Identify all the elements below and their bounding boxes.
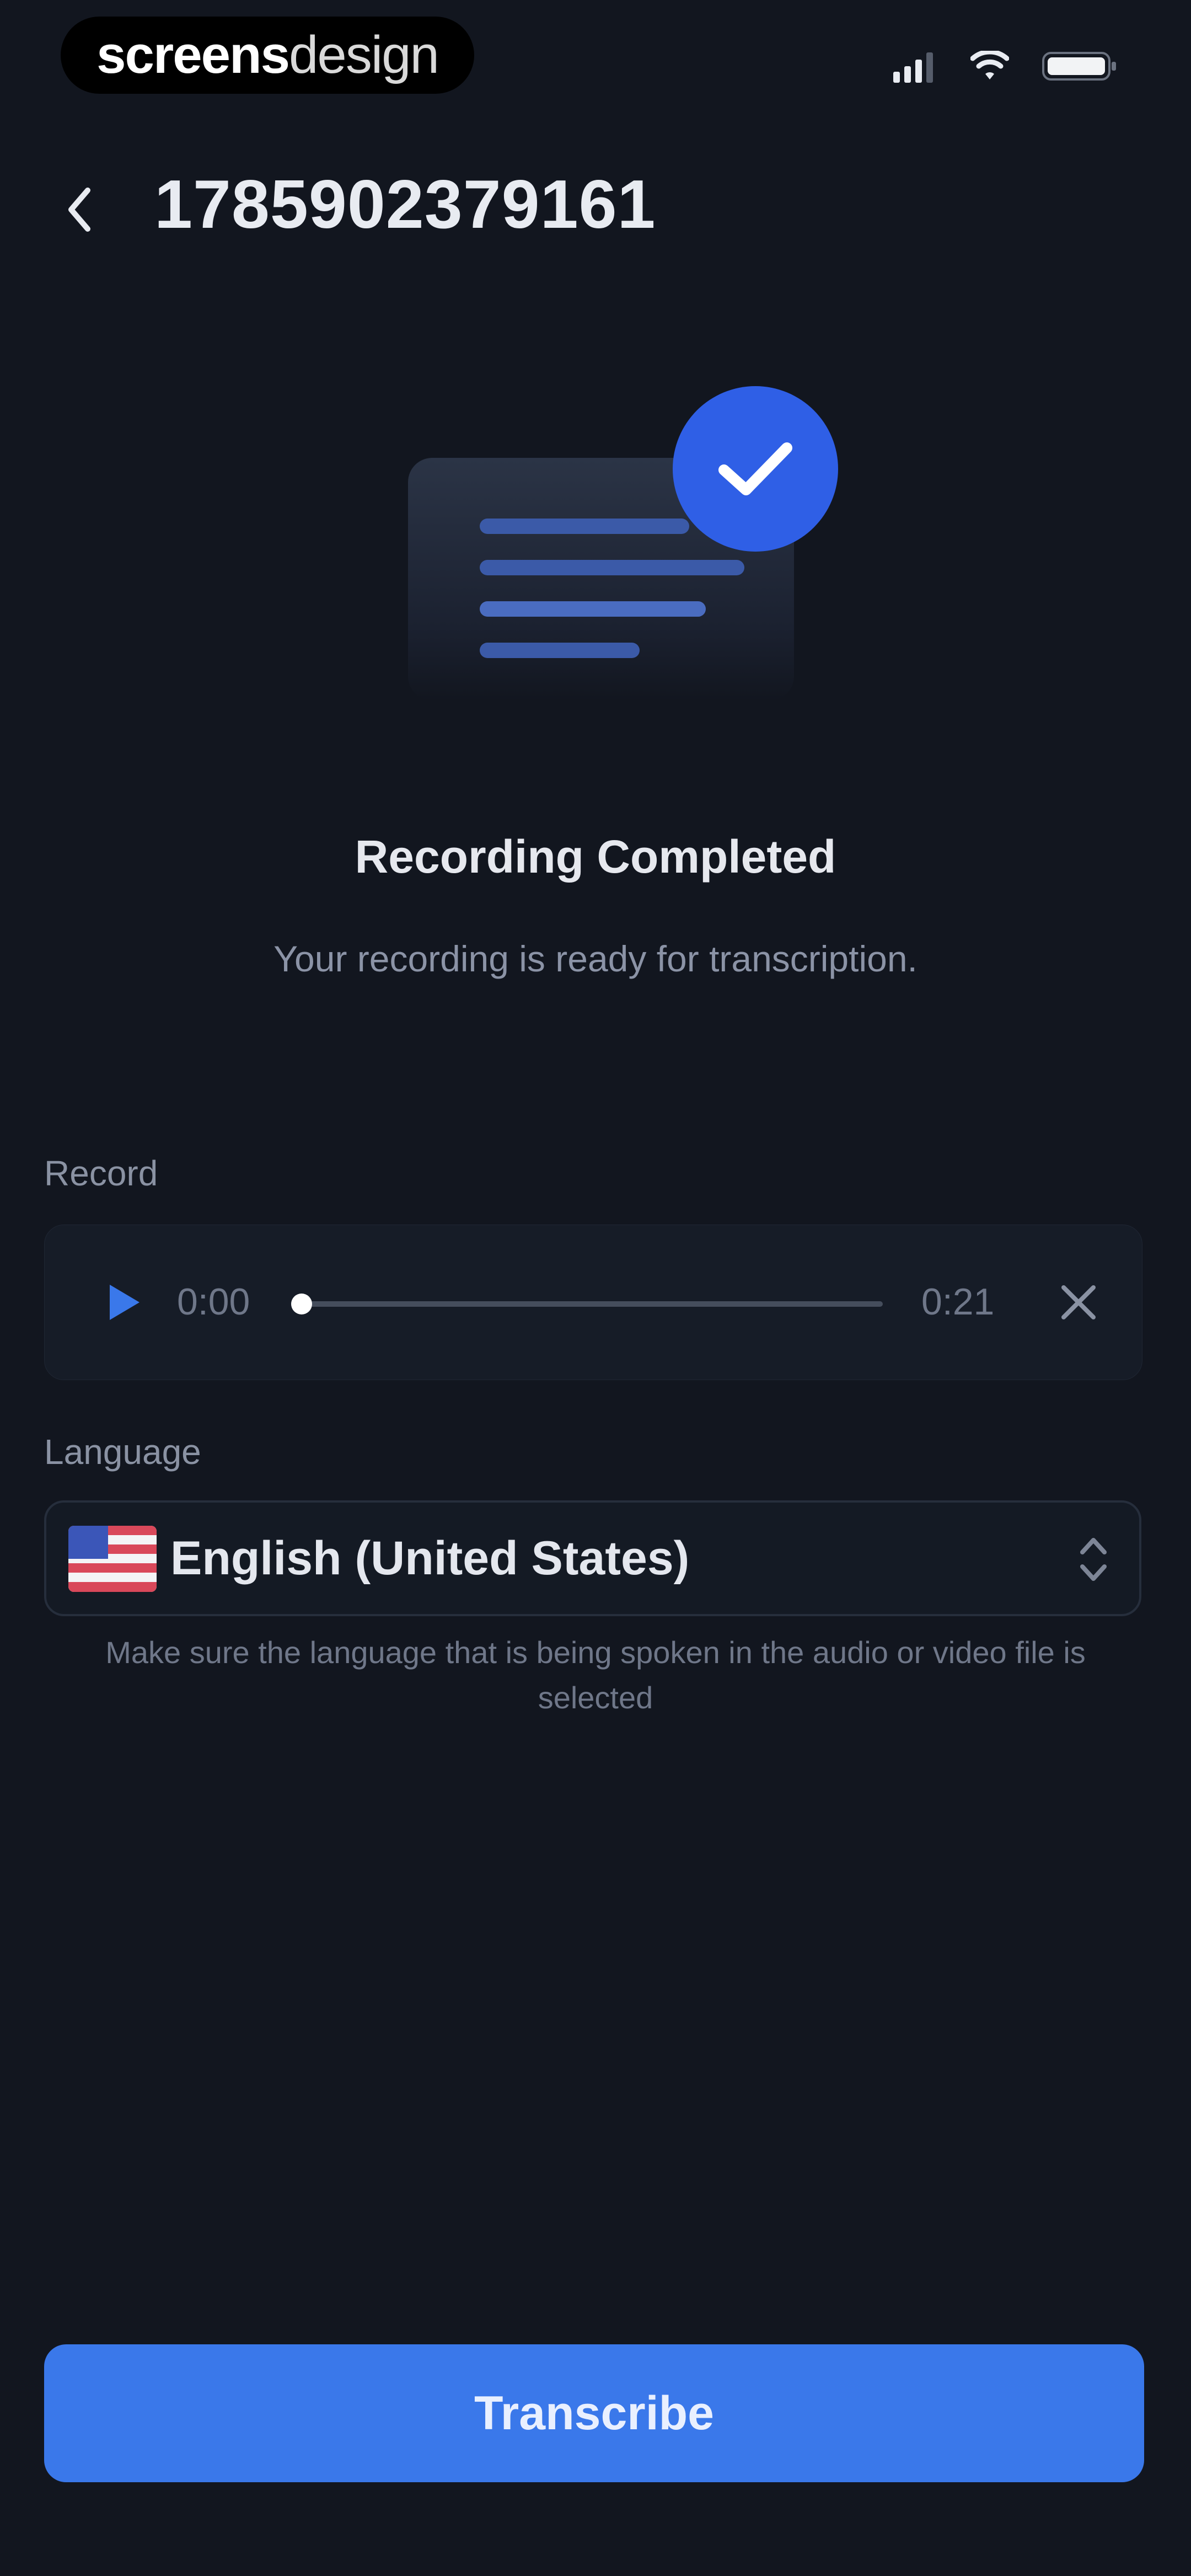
brand-watermark: screens design xyxy=(61,17,474,94)
recording-complete-illustration xyxy=(408,386,849,717)
text-line-decor xyxy=(480,643,640,658)
remove-recording-button[interactable] xyxy=(1054,1278,1103,1327)
battery-icon xyxy=(1042,52,1116,81)
language-hint: Make sure the language that is being spo… xyxy=(105,1635,1086,1715)
progress-track[interactable] xyxy=(298,1301,883,1307)
language-select[interactable]: English (United States) xyxy=(44,1500,1141,1616)
status-icons xyxy=(893,50,1119,83)
text-line-decor xyxy=(480,519,689,534)
play-button[interactable] xyxy=(94,1275,149,1330)
text-line-decor xyxy=(480,560,744,575)
us-flag-icon xyxy=(68,1526,157,1592)
brand-bold: screens xyxy=(96,25,290,84)
language-label: Language xyxy=(44,1432,201,1472)
progress-knob[interactable] xyxy=(291,1294,313,1314)
record-label: Record xyxy=(44,1153,158,1193)
play-icon xyxy=(110,1285,140,1320)
audio-player: 0:00 0:21 xyxy=(44,1225,1142,1380)
completion-heading: Recording Completed xyxy=(355,831,836,883)
check-badge xyxy=(673,386,838,552)
chevron-up-down-icon xyxy=(1080,1538,1107,1581)
back-button[interactable] xyxy=(55,177,105,243)
chevron-left-icon xyxy=(68,188,90,232)
brand-thin: design xyxy=(289,25,439,84)
selected-language: English (United States) xyxy=(170,1532,690,1585)
text-line-decor xyxy=(480,601,706,617)
transcribe-button[interactable]: Transcribe xyxy=(44,2344,1144,2482)
current-time: 0:00 xyxy=(177,1281,250,1323)
duration: 0:21 xyxy=(921,1281,995,1323)
close-icon xyxy=(1061,1285,1096,1319)
wifi-icon xyxy=(970,51,1009,79)
page-title: 1785902379161 xyxy=(154,167,656,243)
cellular-signal-icon xyxy=(893,52,933,83)
completion-subheading: Your recording is ready for transcriptio… xyxy=(273,938,918,979)
check-icon xyxy=(718,442,792,495)
